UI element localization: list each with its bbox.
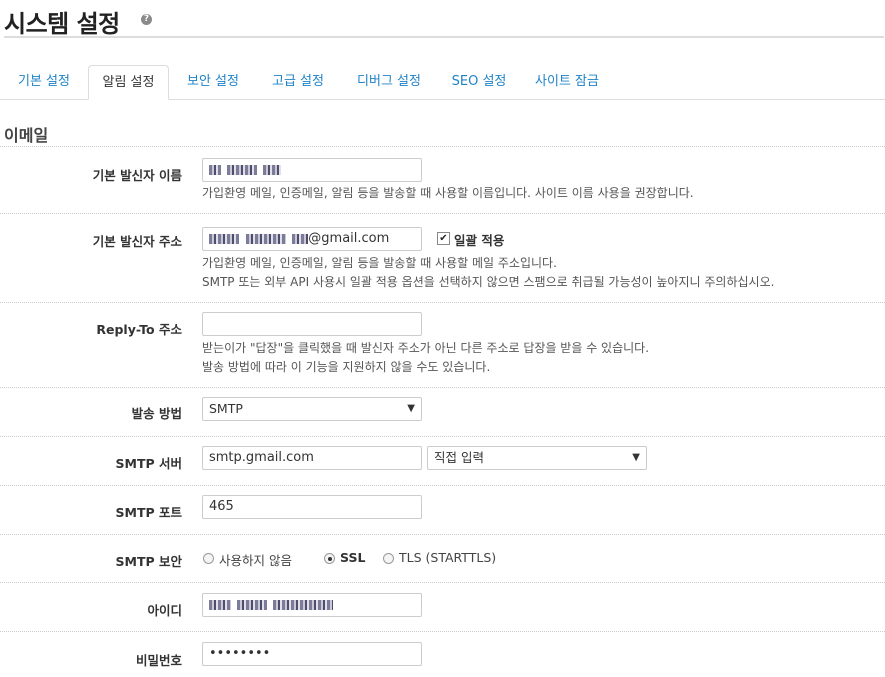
redacted-text <box>246 233 287 244</box>
reply-to-help-2: 발송 방법에 따라 이 기능을 지원하지 않을 수도 있습니다. <box>202 360 491 374</box>
smtp-password-label: 비밀번호 <box>135 653 182 668</box>
smtp-server-value: smtp.gmail.com <box>209 450 314 465</box>
sender-address-input[interactable]: @gmail.com <box>202 227 422 251</box>
tab-security[interactable]: 보안 설정 <box>171 65 255 98</box>
smtp-security-label: SMTP 보안 <box>115 554 182 569</box>
redacted-text <box>263 164 282 175</box>
tab-seo[interactable]: SEO 설정 <box>439 65 519 98</box>
smtp-port-input[interactable]: 465 <box>202 495 422 519</box>
sender-address-domain: @gmail.com <box>308 231 390 246</box>
sender-name-input[interactable] <box>202 158 422 182</box>
section-title-email: 이메일 <box>4 126 49 145</box>
tab-site-lock[interactable]: 사이트 잠금 <box>521 65 613 98</box>
divider <box>0 436 885 437</box>
redacted-text <box>209 164 221 175</box>
reply-to-label: Reply-To 주소 <box>96 322 182 337</box>
sender-name-label: 기본 발신자 이름 <box>92 168 182 183</box>
redacted-text <box>209 233 239 244</box>
sender-address-label: 기본 발신자 주소 <box>92 234 182 249</box>
smtp-security-ssl-radio[interactable] <box>324 553 335 564</box>
page-header: 시스템 설정 ? <box>4 0 884 38</box>
smtp-security-tls-label: TLS (STARTTLS) <box>399 550 497 565</box>
tab-basic[interactable]: 기본 설정 <box>4 65 84 98</box>
bulk-apply-checkbox[interactable]: ✔ <box>437 232 450 245</box>
send-method-select[interactable]: SMTP ▼ <box>202 397 422 421</box>
smtp-security-none-label: 사용하지 않음 <box>219 553 292 568</box>
smtp-server-preset-select[interactable]: 직접 입력 ▼ <box>427 446 647 470</box>
tab-notification[interactable]: 알림 설정 <box>88 65 169 100</box>
dropdown-caret-icon: ▼ <box>407 403 415 414</box>
divider <box>0 213 885 214</box>
question-circle-icon[interactable]: ? <box>141 14 152 25</box>
smtp-security-ssl-label: SSL <box>340 550 366 565</box>
bulk-apply-label: 일괄 적용 <box>454 233 505 248</box>
reply-to-input[interactable] <box>202 312 422 336</box>
smtp-server-preset-value: 직접 입력 <box>434 450 484 465</box>
smtp-security-none-radio[interactable] <box>203 553 214 564</box>
redacted-text <box>227 164 258 175</box>
smtp-server-label: SMTP 서버 <box>115 456 182 471</box>
page-title: 시스템 설정 <box>4 10 120 38</box>
smtp-id-label: 아이디 <box>147 603 182 618</box>
divider <box>0 302 885 303</box>
sender-name-help: 가입환영 메일, 인증메일, 알림 등을 발송할 때 사용할 이름입니다. 사이… <box>202 186 694 200</box>
settings-tabs: 기본 설정 알림 설정 보안 설정 고급 설정 디버그 설정 SEO 설정 사이… <box>0 65 885 100</box>
dropdown-caret-icon: ▼ <box>632 452 640 463</box>
smtp-port-label: SMTP 포트 <box>115 505 182 520</box>
sender-address-help-2: SMTP 또는 외부 API 사용시 일괄 적용 옵션을 선택하지 않으면 스팸… <box>202 275 775 289</box>
divider <box>0 631 885 632</box>
reply-to-help-1: 받는이가 "답장"을 클릭했을 때 발신자 주소가 아닌 다른 주소로 답장을 … <box>202 341 650 355</box>
smtp-password-input[interactable]: •••••••• <box>202 642 422 666</box>
divider <box>0 387 885 388</box>
smtp-password-value: •••••••• <box>209 646 271 661</box>
sender-address-help-1: 가입환영 메일, 인증메일, 알림 등을 발송할 때 사용할 메일 주소입니다. <box>202 256 557 270</box>
redacted-text <box>292 233 309 244</box>
redacted-text <box>237 599 268 610</box>
send-method-value: SMTP <box>209 401 243 416</box>
smtp-security-tls-radio[interactable] <box>383 553 394 564</box>
smtp-id-input[interactable] <box>202 593 422 617</box>
divider <box>0 582 885 583</box>
divider <box>0 485 885 486</box>
divider <box>0 534 885 535</box>
send-method-label: 발송 방법 <box>131 406 182 421</box>
smtp-port-value: 465 <box>209 499 234 514</box>
tab-advanced[interactable]: 고급 설정 <box>257 65 339 98</box>
tab-debug[interactable]: 디버그 설정 <box>343 65 435 98</box>
divider <box>0 146 885 147</box>
smtp-server-input[interactable]: smtp.gmail.com <box>202 446 422 470</box>
redacted-text <box>209 599 231 610</box>
redacted-text <box>273 599 334 610</box>
